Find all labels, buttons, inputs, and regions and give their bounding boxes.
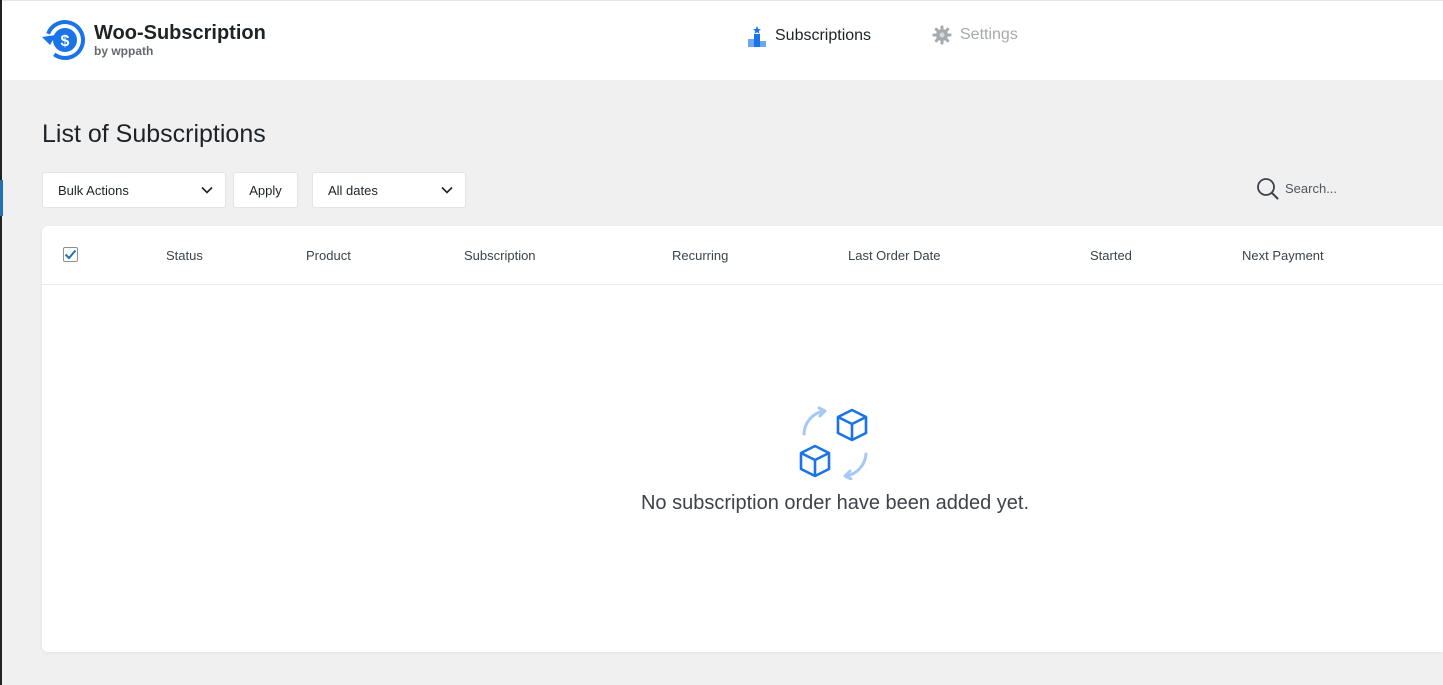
search-input[interactable]	[1285, 181, 1435, 196]
brand[interactable]: $ Woo-Subscription by wppath	[40, 19, 266, 61]
column-product[interactable]: Product	[306, 248, 351, 263]
brand-text: Woo-Subscription by wppath	[94, 22, 266, 58]
page-title: List of Subscriptions	[42, 120, 266, 148]
column-started[interactable]: Started	[1090, 248, 1132, 263]
brand-title: Woo-Subscription	[94, 22, 266, 44]
nav-settings-label: Settings	[960, 26, 1018, 43]
column-last-order-date[interactable]: Last Order Date	[848, 248, 941, 263]
nav-settings[interactable]: Settings	[932, 25, 1018, 45]
chevron-down-icon	[441, 186, 453, 194]
apply-button[interactable]: Apply	[233, 172, 298, 208]
date-filter-select[interactable]: All dates	[312, 172, 466, 208]
column-next-payment[interactable]: Next Payment	[1242, 248, 1324, 263]
bulk-actions-select[interactable]: Bulk Actions	[42, 172, 226, 208]
svg-text:$: $	[61, 33, 70, 50]
table-header: Status Product Subscription Recurring La…	[42, 226, 1443, 285]
boxes-cycle-icon	[799, 406, 868, 480]
window-edge-accent	[0, 180, 3, 216]
subscriptions-table: Status Product Subscription Recurring La…	[42, 226, 1443, 652]
search-icon	[1257, 178, 1279, 200]
chevron-down-icon	[201, 186, 213, 194]
search-box[interactable]	[1256, 177, 1435, 200]
dollar-refresh-icon: $	[42, 20, 85, 61]
brand-subtitle: by wppath	[94, 44, 154, 58]
gear-icon	[932, 25, 952, 45]
column-subscription[interactable]: Subscription	[464, 248, 536, 263]
podium-icon	[748, 26, 766, 47]
column-recurring[interactable]: Recurring	[672, 248, 728, 263]
checkmark-icon	[64, 249, 77, 260]
bulk-actions-value: Bulk Actions	[58, 182, 129, 198]
empty-state-message: No subscription order have been added ye…	[640, 492, 1030, 514]
nav-subscriptions-label: Subscriptions	[775, 27, 872, 44]
column-status[interactable]: Status	[166, 248, 203, 263]
top-bar: $ Woo-Subscription by wppath Subscriptio…	[2, 0, 1443, 80]
select-all-checkbox[interactable]	[63, 247, 78, 262]
window-edge	[0, 0, 2, 685]
empty-state: No subscription order have been added ye…	[625, 406, 1045, 515]
date-filter-value: All dates	[328, 182, 378, 198]
nav-subscriptions[interactable]: Subscriptions	[747, 25, 871, 47]
